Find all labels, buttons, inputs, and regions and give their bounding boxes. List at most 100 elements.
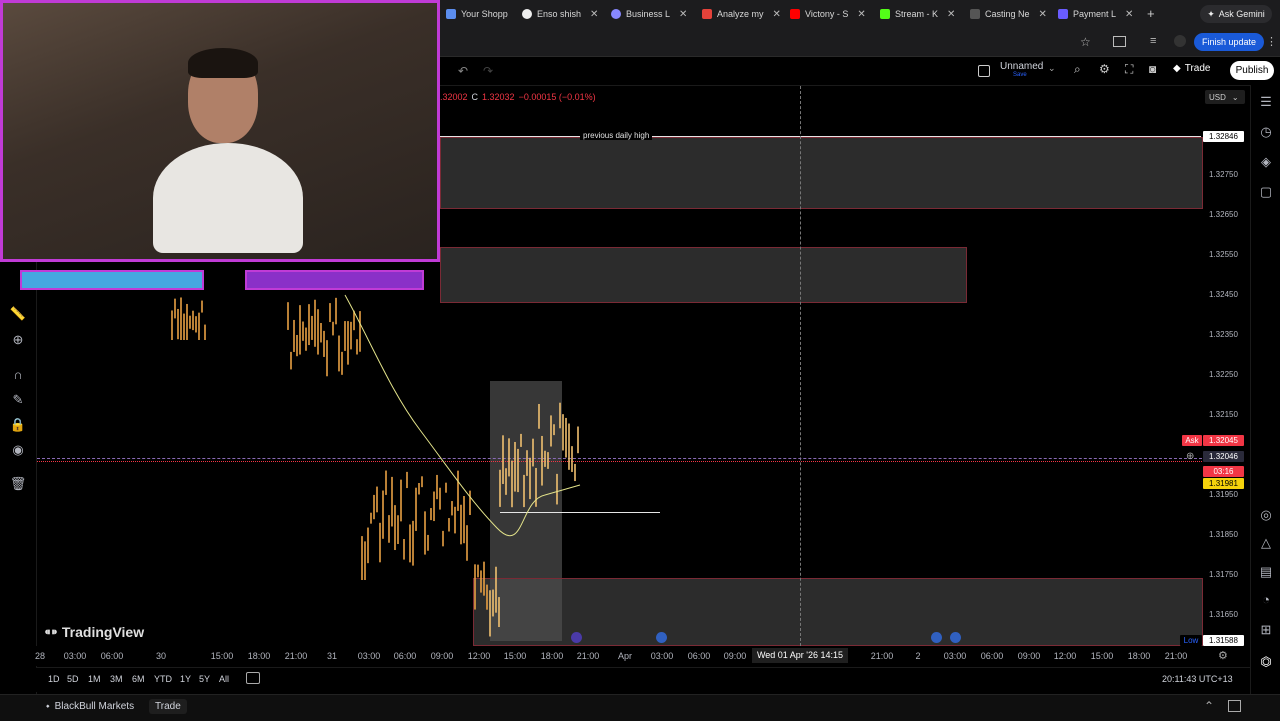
range-button-3m[interactable]: 3M — [110, 674, 123, 684]
notifications-icon[interactable]: ◔ — [1256, 593, 1276, 606]
watchlist-icon[interactable]: ☰ — [1256, 95, 1276, 108]
price-axis-label: 1.31750 — [1209, 570, 1238, 579]
price-axis-label: 1.32550 — [1209, 250, 1238, 259]
legend-close-label: C — [471, 92, 479, 102]
date-range-icon[interactable] — [246, 672, 260, 684]
person-shirt — [153, 143, 303, 253]
flag-us-icon[interactable] — [931, 632, 942, 643]
time-axis-label: 12:00 — [467, 651, 491, 661]
price-axis-label: 1.32250 — [1209, 370, 1238, 379]
legend-low-value: .32002 — [440, 92, 468, 102]
legend-change: −0.00015 (−0.01%) — [518, 92, 596, 102]
time-axis-label: 15:00 — [210, 651, 234, 661]
time-axis-label: 2 — [915, 651, 921, 661]
time-axis-label: 03:00 — [63, 651, 87, 661]
legend-close-value: 1.32032 — [482, 92, 515, 102]
time-axis-label: 09:00 — [430, 651, 454, 661]
maximize-icon[interactable] — [1228, 700, 1241, 712]
flag-us-icon[interactable] — [656, 632, 667, 643]
time-axis-label: Apr — [617, 651, 633, 661]
help-icon[interactable]: ⏣ — [1256, 655, 1276, 668]
time-axis-label: 03:00 — [650, 651, 674, 661]
chevron-down-icon: ⌄ — [1231, 92, 1239, 102]
currency-label: USD — [1209, 92, 1226, 102]
range-button-ytd[interactable]: YTD — [154, 674, 172, 684]
price-axis-label: 1.31850 — [1209, 530, 1238, 539]
time-axis-label: 06:00 — [687, 651, 711, 661]
overlay-bar-left — [20, 270, 204, 290]
time-axis-label: 30 — [155, 651, 167, 661]
target-icon[interactable]: ◎ — [1256, 508, 1276, 521]
range-button-5y[interactable]: 5Y — [199, 674, 210, 684]
price-axis-label: 1.32450 — [1209, 290, 1238, 299]
ask-label: Ask — [1182, 435, 1202, 446]
time-axis-label: 09:00 — [1017, 651, 1041, 661]
webcam-overlay — [0, 0, 440, 262]
time-axis-label: 21:00 — [1164, 651, 1188, 661]
person-hair — [188, 48, 258, 78]
crosshair-add-icon[interactable]: ⊕ — [1186, 451, 1194, 462]
bid-price-tag: 1.31981 — [1203, 478, 1244, 489]
bottom-panel-bar: ⬩ BlackBull Markets Trade ⌃ — [0, 694, 1280, 721]
time-axis-label: 03:00 — [357, 651, 381, 661]
axis-settings-icon[interactable]: ⚙ — [1218, 649, 1228, 662]
ideas-icon[interactable]: △ — [1256, 536, 1276, 549]
currency-selector[interactable]: USD ⌄ — [1205, 90, 1245, 104]
low-label: Low — [1180, 635, 1202, 646]
moving-average-line — [344, 294, 581, 537]
low-price-tag: 1.31588 — [1203, 635, 1244, 646]
time-axis-label: 31 — [326, 651, 338, 661]
broker-selector[interactable]: ⬩ BlackBull Markets — [46, 701, 134, 712]
time-axis-label: 18:00 — [1127, 651, 1151, 661]
clock-timezone[interactable]: 20:11:43 UTC+13 — [1162, 674, 1233, 684]
calendar-icon[interactable]: ▤ — [1256, 565, 1276, 578]
range-button-1y[interactable]: 1Y — [180, 674, 191, 684]
ohlc-legend: .32002 C 1.32032 −0.00015 (−0.01%) — [440, 92, 596, 102]
candlestick-series — [171, 297, 579, 637]
time-axis-label: 21:00 — [870, 651, 894, 661]
range-button-1d[interactable]: 1D — [48, 674, 60, 684]
broker-label: BlackBull Markets — [54, 701, 135, 712]
range-button-5d[interactable]: 5D — [67, 674, 79, 684]
price-axis-label: 1.32150 — [1209, 410, 1238, 419]
crosshair-time-label: Wed 01 Apr '26 14:15 — [752, 648, 848, 663]
time-axis-label: 09:00 — [723, 651, 747, 661]
crosshair-price-tag: 1.32046 — [1203, 451, 1244, 462]
range-button-6m[interactable]: 6M — [132, 674, 145, 684]
price-axis-label: 1.32350 — [1209, 330, 1238, 339]
price-axis-label: 1.32750 — [1209, 170, 1238, 179]
overlay-bar-right — [245, 270, 424, 290]
broker-icon: ⬩ — [46, 701, 50, 712]
time-axis-label: 06:00 — [980, 651, 1004, 661]
flag-us-icon[interactable] — [950, 632, 961, 643]
footer-trade-button[interactable]: Trade — [149, 699, 187, 714]
tradingview-watermark: ⁌⁍ TradingView — [44, 624, 145, 640]
time-axis-label: 06:00 — [393, 651, 417, 661]
layers-icon[interactable]: ◈ — [1256, 155, 1276, 168]
right-sidebar: ☰ ◷ ◈ ▢ ◎ △ ▤ ◔ ⊞ ⏣ — [1250, 85, 1280, 695]
time-axis-label: 06:00 — [100, 651, 124, 661]
range-button-1m[interactable]: 1M — [88, 674, 101, 684]
ask-price-tag: 1.32045 — [1203, 435, 1244, 446]
time-axis-label: 15:00 — [503, 651, 527, 661]
chevron-up-icon[interactable]: ⌃ — [1204, 699, 1214, 713]
apps-icon[interactable]: ⊞ — [1256, 623, 1276, 636]
time-axis-label: 12:00 — [1053, 651, 1077, 661]
bar-countdown: 03:16 — [1203, 466, 1244, 477]
time-axis-label: 21:00 — [284, 651, 308, 661]
event-marker-icon[interactable] — [571, 632, 582, 643]
alerts-clock-icon[interactable]: ◷ — [1256, 125, 1276, 138]
high-line-price-tag: 1.32846 — [1203, 131, 1244, 142]
time-axis-label: 18:00 — [540, 651, 564, 661]
price-axis-label: 1.31950 — [1209, 490, 1238, 499]
tv-logo-icon: ⁌⁍ — [44, 624, 62, 640]
chat-icon[interactable]: ▢ — [1256, 185, 1276, 198]
time-axis-label: 03:00 — [943, 651, 967, 661]
price-axis-label: 1.31650 — [1209, 610, 1238, 619]
range-button-all[interactable]: All — [219, 674, 229, 684]
time-axis-label: 15:00 — [1090, 651, 1114, 661]
price-axis-label: 1.32650 — [1209, 210, 1238, 219]
time-axis-label: 18:00 — [247, 651, 271, 661]
time-axis-label: 21:00 — [576, 651, 600, 661]
time-axis-label: 28 — [34, 651, 46, 661]
